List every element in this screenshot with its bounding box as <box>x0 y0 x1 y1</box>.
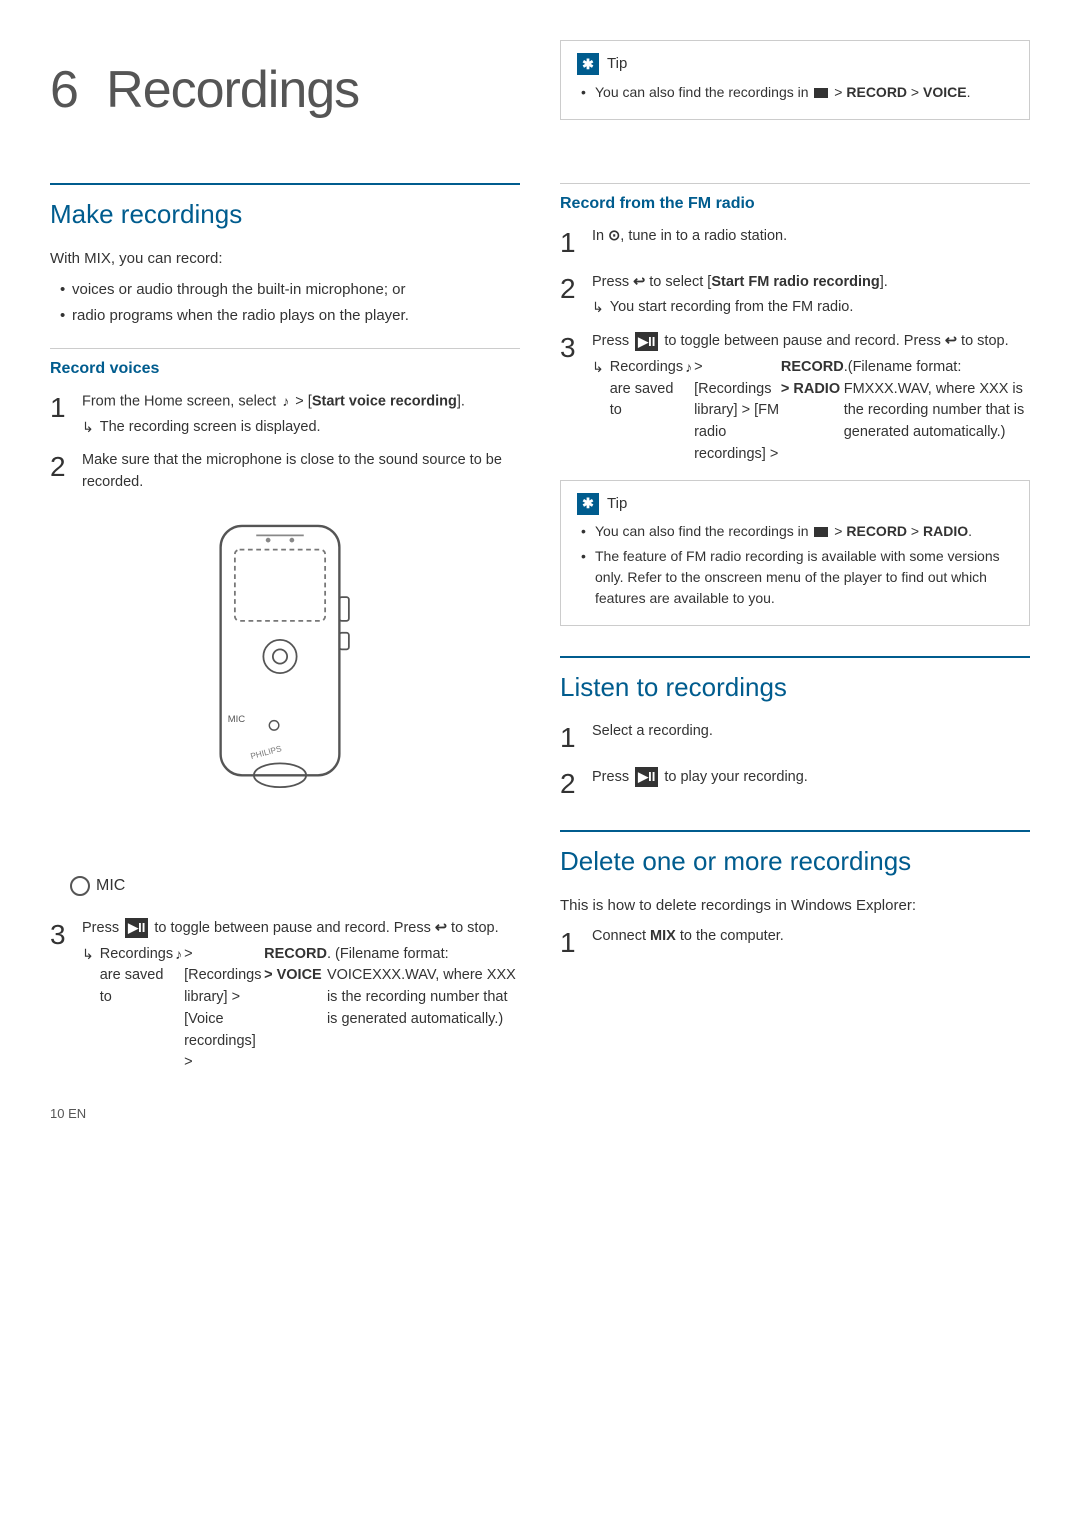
arrow-note: You start recording from the FM radio. <box>592 297 1030 319</box>
tip-box-radio: ✱ Tip You can also find the recordings i… <box>560 480 1030 627</box>
tip-list: You can also find the recordings in > RE… <box>577 521 1013 609</box>
menu-icon <box>814 88 828 98</box>
headphone-icon: ♪ <box>175 944 182 965</box>
headphone-icon: ♪ <box>685 357 692 378</box>
make-recordings-intro: With MIX, you can record: <box>50 248 520 271</box>
delete-recordings-intro: This is how to delete recordings in Wind… <box>560 895 1030 918</box>
step-number: 2 <box>560 272 592 306</box>
step-content: Connect MIX to the computer. <box>592 926 1030 948</box>
bullet-item: voices or audio through the built-in mic… <box>60 279 520 302</box>
step-content: Select a recording. <box>592 721 1030 743</box>
menu-icon <box>814 527 828 537</box>
play-pause-icon: ▶II <box>635 332 658 352</box>
mic-circle-icon <box>70 876 90 896</box>
mic-label-text: MIC <box>96 874 125 898</box>
step-content: Press ▶II to play your recording. <box>592 767 1030 789</box>
step-content: Make sure that the microphone is close t… <box>82 450 520 494</box>
step-number: 2 <box>50 450 82 484</box>
left-column: Make recordings With MIX, you can record… <box>50 173 520 1124</box>
step-number: 1 <box>50 391 82 425</box>
delete-recordings-title: Delete one or more recordings <box>560 830 1030 881</box>
tip-item: You can also find the recordings in > RE… <box>581 521 1013 542</box>
step-content: Press ▶II to toggle between pause and re… <box>82 918 520 1074</box>
tip-list: You can also find the recordings in > RE… <box>577 82 1013 103</box>
arrow-note: The recording screen is displayed. <box>82 417 520 439</box>
svg-text:MIC: MIC <box>228 714 246 725</box>
step-number: 3 <box>560 331 592 365</box>
step-row: 1 In ⊙, tune in to a radio station. <box>560 226 1030 260</box>
record-fm-title: Record from the FM radio <box>560 183 1030 216</box>
step-row: 1 From the Home screen, select ♪ > [Star… <box>50 391 520 439</box>
right-column: Record from the FM radio 1 In ⊙, tune in… <box>560 173 1030 1124</box>
chapter-title: 6 Recordings <box>50 40 520 133</box>
device-svg: MIC PHILIPS <box>185 514 375 847</box>
make-recordings-title: Make recordings <box>50 183 520 234</box>
step-row: 1 Select a recording. <box>560 721 1030 755</box>
step-number: 1 <box>560 721 592 755</box>
arrow-note: Recordings are saved to ♪ > [Recordings … <box>592 357 1030 466</box>
tip-header: ✱ Tip <box>577 53 1013 76</box>
step-row: 2 Make sure that the microphone is close… <box>50 450 520 494</box>
tip-label: Tip <box>607 493 627 516</box>
tip-box-top: ✱ Tip You can also find the recordings i… <box>560 40 1030 120</box>
arrow-note: Recordings are saved to ♪ > [Recordings … <box>82 944 520 1075</box>
step-content: Press ↩ to select [Start FM radio record… <box>592 272 1030 320</box>
step-row: 1 Connect MIX to the computer. <box>560 926 1030 960</box>
tip-star-icon: ✱ <box>577 493 599 515</box>
listen-recordings-title: Listen to recordings <box>560 656 1030 707</box>
tip-item: The feature of FM radio recording is ava… <box>581 546 1013 609</box>
svg-text:PHILIPS: PHILIPS <box>249 743 283 761</box>
tip-item: You can also find the recordings in > RE… <box>581 82 1013 103</box>
tip-star-icon: ✱ <box>577 53 599 75</box>
mic-label-row: MIC <box>70 874 520 898</box>
step-row: 2 Press ↩ to select [Start FM radio reco… <box>560 272 1030 320</box>
headphone-icon: ♪ <box>282 391 289 412</box>
bullet-item: radio programs when the radio plays on t… <box>60 305 520 328</box>
step-number: 3 <box>50 918 82 952</box>
step-number: 1 <box>560 226 592 260</box>
step-content: From the Home screen, select ♪ > [Start … <box>82 391 520 439</box>
device-image: MIC PHILIPS <box>185 514 385 854</box>
step-number: 1 <box>560 926 592 960</box>
step-number: 2 <box>560 767 592 801</box>
step-row: 2 Press ▶II to play your recording. <box>560 767 1030 801</box>
footer: 10 EN <box>50 1104 520 1124</box>
play-pause-icon: ▶II <box>125 918 148 938</box>
tip-label: Tip <box>607 53 627 76</box>
chapter-number: 6 <box>50 61 78 119</box>
step-row: 3 Press ▶II to toggle between pause and … <box>560 331 1030 466</box>
record-voices-title: Record voices <box>50 348 520 381</box>
step-content: Press ▶II to toggle between pause and re… <box>592 331 1030 466</box>
play-pause-icon: ▶II <box>635 767 658 787</box>
tip-header: ✱ Tip <box>577 493 1013 516</box>
make-recordings-bullets: voices or audio through the built-in mic… <box>50 279 520 328</box>
step-content: In ⊙, tune in to a radio station. <box>592 226 1030 248</box>
step-row: 3 Press ▶II to toggle between pause and … <box>50 918 520 1074</box>
